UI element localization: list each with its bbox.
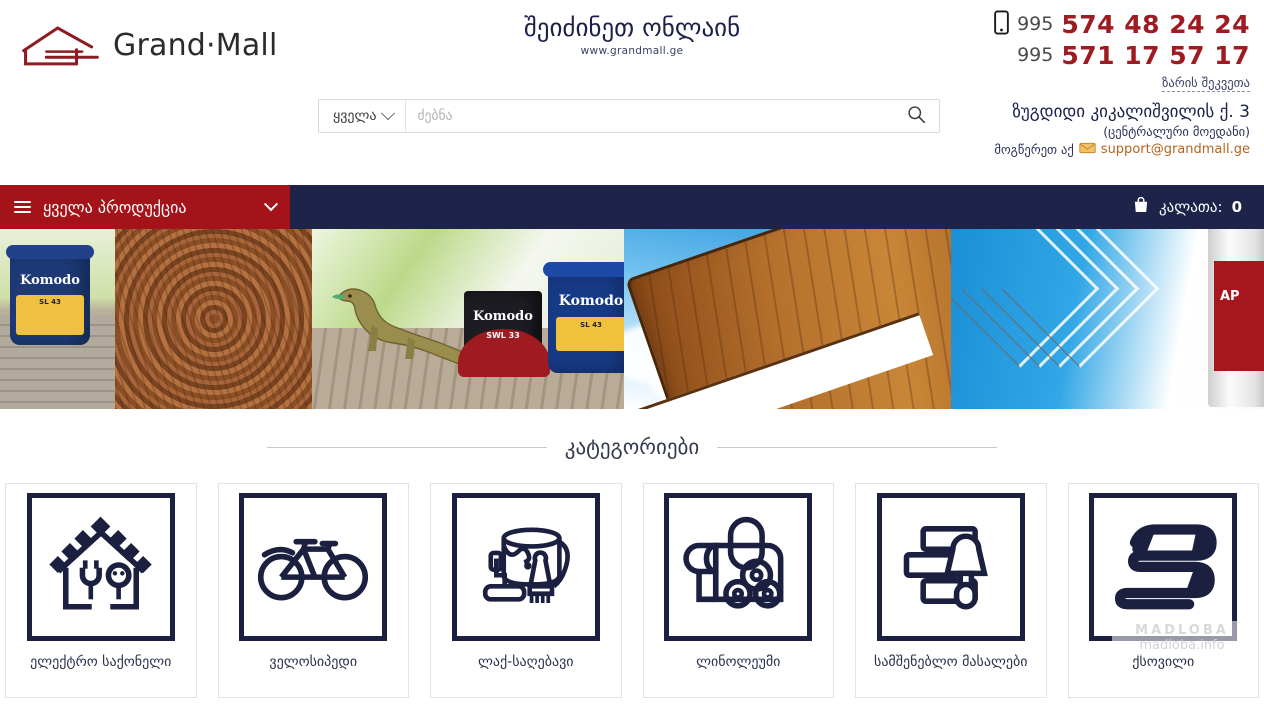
wood-tree-rings-graphic (115, 229, 312, 409)
category-label: სამშენებლო მასალები (874, 654, 1028, 670)
chevron-down-icon (263, 197, 279, 212)
phone-prefix-1: 995 (1017, 12, 1054, 35)
main-navbar: ყველა პროდუქცია კალათა: 0 (0, 185, 1264, 229)
search-category-select[interactable]: ყველა (319, 100, 406, 132)
shopping-bag-icon (1132, 196, 1150, 218)
cart-button[interactable]: კალათა: 0 (1132, 185, 1264, 229)
can-band: SL 43 (556, 317, 624, 351)
icon-frame (239, 493, 388, 641)
banner-slide-komodo-lizard: Komodo SWL 33 Komodo SL 43 (312, 229, 624, 409)
komodo-blue-can: Komodo SL 43 (543, 262, 624, 373)
category-label: ელექტრო საქონელი (30, 654, 172, 670)
title-divider-right (717, 446, 998, 448)
chevron-down-icon (380, 106, 395, 121)
header-contact-block: 995 574 48 24 24 995 571 17 57 17 ზარის … (994, 10, 1250, 157)
category-card-electric[interactable]: ელექტრო საქონელი (5, 483, 197, 698)
folded-fabric-icon (1107, 518, 1219, 616)
search-button[interactable] (893, 100, 939, 132)
phone-number-2[interactable]: 571 17 57 17 (1061, 43, 1250, 68)
store-address-sub: (ცენტრალური მოედანი) (1103, 124, 1250, 140)
title-divider-left (266, 446, 547, 448)
search-bar: ყველა (318, 99, 940, 133)
banner-slide-boat-hull (624, 229, 951, 409)
banner-brand-label: Komodo (558, 293, 624, 309)
email-prefix-label: მოგწერეთ აქ (994, 142, 1074, 158)
categories-title: კატეგორიები (564, 435, 700, 459)
support-email-link[interactable]: support@grandmall.ge (1101, 142, 1250, 157)
banner-slide-chevrons-can: AP (951, 229, 1264, 409)
categories-section: კატეგორიები ელექტრო საქონელი ველოსიპედი … (0, 409, 1264, 698)
category-card-fabric[interactable]: ქსოვილი (1067, 483, 1259, 698)
promo-banner[interactable]: Komodo SL 43 Komodo SWL 33 Komodo SL 43 … (0, 229, 1264, 409)
banner-slide-tree-rings (115, 229, 312, 409)
paint-bucket-roller-brush-icon (470, 514, 582, 620)
page-root: Grand·Mall შეიძინეთ ონლაინ www.grandmall… (0, 0, 1264, 710)
phone-prefix-2: 995 (1017, 44, 1054, 66)
categories-title-row: კატეგორიები (0, 435, 1264, 459)
phone-number-1[interactable]: 574 48 24 24 (1061, 12, 1250, 37)
category-card-paint[interactable]: ლაქ-საღებავი (430, 483, 622, 698)
komodo-paint-bucket: Komodo SL 43 (6, 245, 94, 345)
banner-slide-komodo-bucket: Komodo SL 43 (0, 229, 115, 409)
icon-frame (26, 493, 175, 641)
can-code-dark: SWL 33 (486, 331, 520, 340)
can-code-blue: SL 43 (580, 321, 602, 329)
category-label: ველოსიპედი (269, 654, 358, 670)
linoleum-rolls-icon (682, 514, 794, 620)
icon-frame (876, 493, 1025, 641)
envelope-icon (1079, 142, 1096, 157)
site-header: Grand·Mall შეიძინეთ ონლაინ www.grandmall… (0, 0, 1264, 185)
search-input[interactable] (405, 100, 893, 132)
category-card-linoleum[interactable]: ლინოლეუმი (642, 483, 834, 698)
category-label: ლინოლეუმი (696, 654, 781, 670)
category-label: ქსოვილი (1132, 654, 1195, 670)
bicycle-icon (257, 523, 369, 611)
bucket-band: SL 43 (16, 295, 84, 335)
search-category-label: ყველა (333, 108, 377, 124)
navbar-spacer (290, 185, 1132, 229)
callback-request-link[interactable]: ზარის შეკვეთა (1162, 75, 1250, 92)
banner-brand-label: Komodo (473, 309, 533, 324)
varnish-can: AP (1208, 229, 1264, 407)
can-label-text: AP (1220, 289, 1240, 304)
banner-brand-label: Komodo (20, 273, 80, 288)
cart-label: კალათა: (1159, 198, 1223, 216)
icon-frame (1089, 493, 1238, 641)
store-address: ზუგდიდი კიკალიშვილის ქ. 3 (1012, 102, 1250, 122)
bucket-code: SL 43 (39, 298, 61, 306)
phone-row-2: 995 571 17 57 17 (994, 43, 1250, 68)
category-card-bicycle[interactable]: ველოსიპედი (217, 483, 409, 698)
category-card-construction[interactable]: სამშენებლო მასალები (855, 483, 1047, 698)
can-label: AP (1214, 261, 1264, 371)
icon-frame (451, 493, 600, 641)
all-products-label: ყველა პროდუქცია (43, 197, 187, 217)
komodo-dark-can: Komodo SWL 33 (458, 291, 550, 377)
hamburger-icon (14, 200, 31, 214)
search-icon (907, 105, 926, 127)
cart-count: 0 (1231, 198, 1242, 216)
email-row: მოგწერეთ აქ support@grandmall.ge (994, 142, 1250, 157)
house-electric-plug-socket-icon (45, 514, 157, 620)
bricks-trowel-icon (895, 514, 1007, 620)
phone-row-1: 995 574 48 24 24 (994, 10, 1250, 38)
mobile-phone-icon (994, 10, 1009, 38)
all-products-menu-button[interactable]: ყველა პროდუქცია (0, 185, 290, 229)
icon-frame (664, 493, 813, 641)
category-label: ლაქ-საღებავი (477, 654, 574, 670)
category-card-list: ელექტრო საქონელი ველოსიპედი ლაქ-საღებავი… (0, 459, 1264, 698)
